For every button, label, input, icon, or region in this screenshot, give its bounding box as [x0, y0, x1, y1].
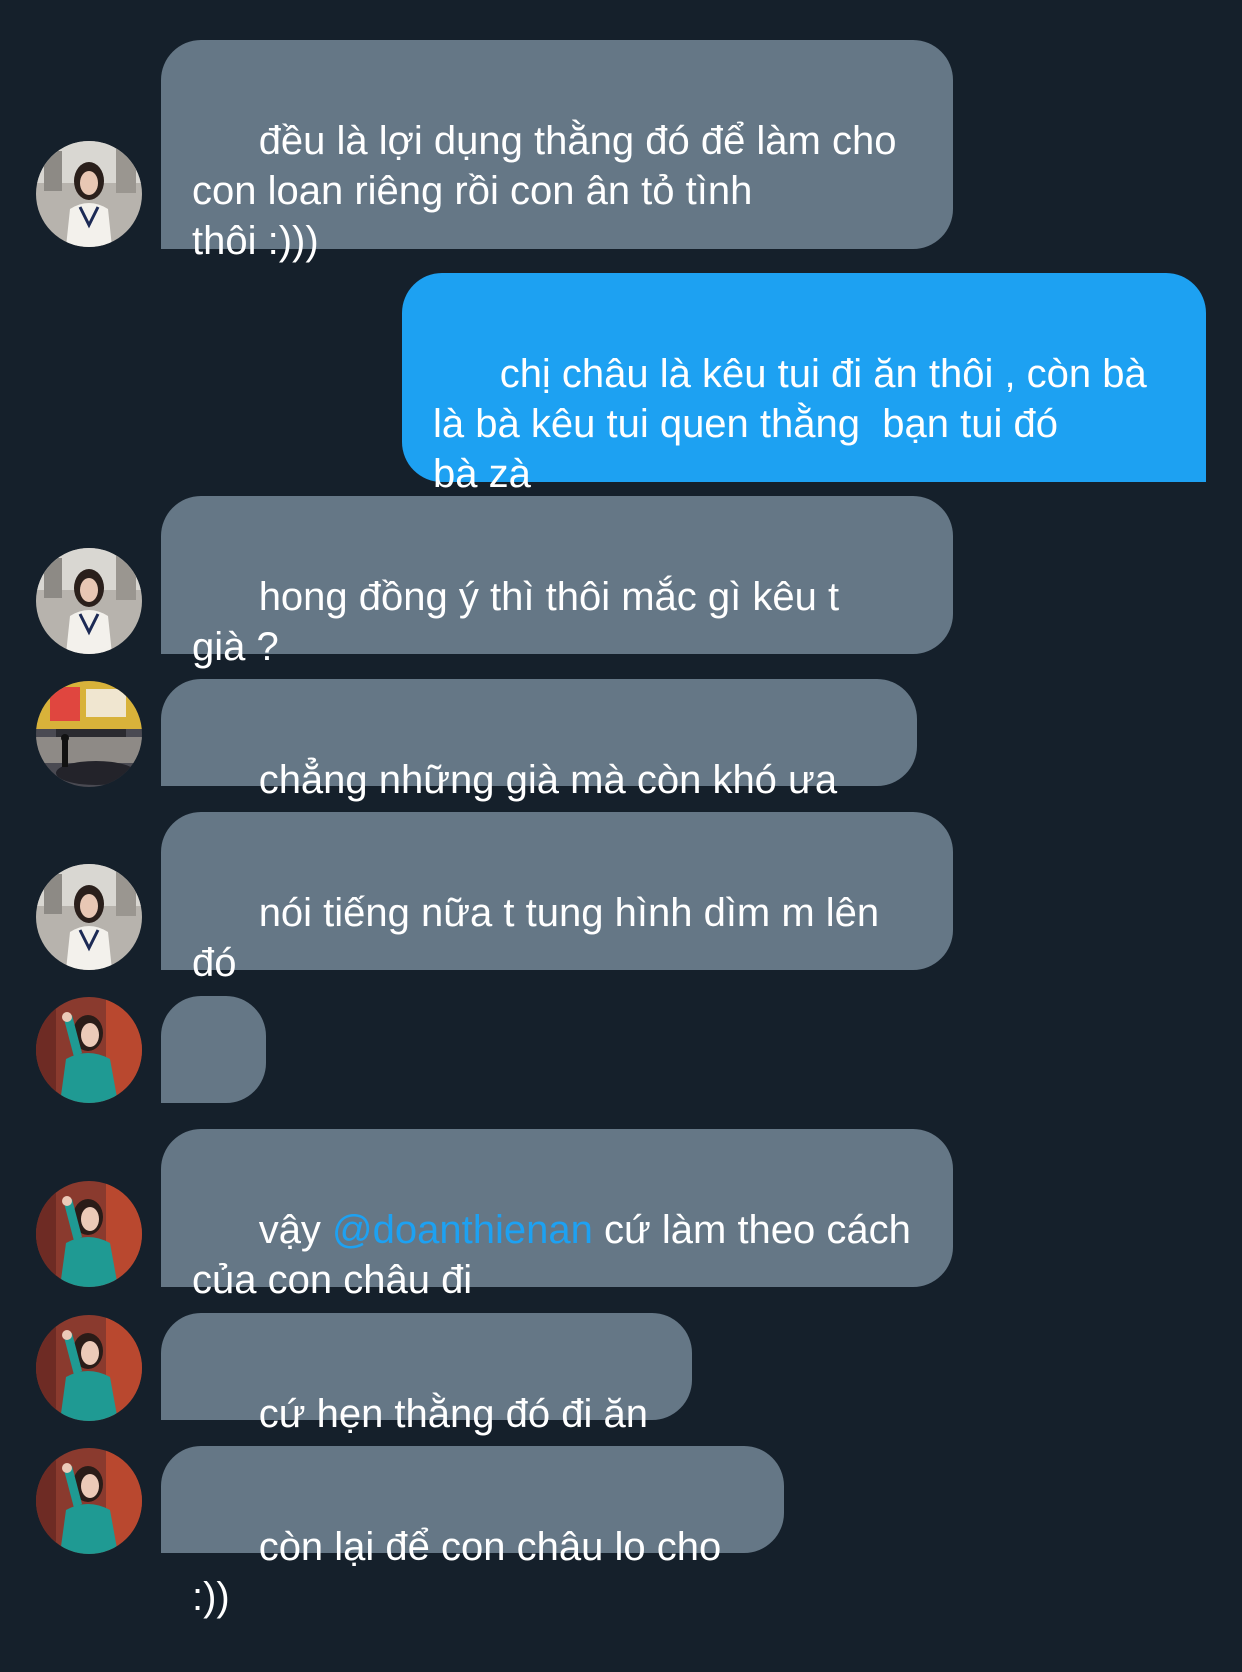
message-bubble-outgoing[interactable]: chị châu là kêu tui đi ăn thôi , còn bà … [402, 273, 1206, 496]
avatar-photo-icon [36, 864, 142, 970]
message-text: chị châu là kêu tui đi ăn thôi , còn bà … [433, 352, 1147, 496]
message-row: chị châu là kêu tui đi ăn thôi , còn bà … [0, 273, 1242, 496]
avatar-photo-icon [36, 1181, 142, 1287]
message-bubble-incoming[interactable]: cứ hẹn thằng đó đi ăn đi [161, 1313, 692, 1486]
message-row: chẳng những già mà còn khó ưa :))) [0, 679, 1242, 852]
contact-b-avatar[interactable] [36, 681, 142, 787]
message-bubble-incoming[interactable]: đều là lợi dụng thằng đó để làm cho con … [161, 40, 953, 263]
message-thread: đều là lợi dụng thằng đó để làm cho con … [0, 0, 1242, 1619]
message-row: hong đồng ý thì thôi mắc gì kêu t già ? [0, 496, 1242, 669]
contact-c-avatar[interactable] [36, 1181, 142, 1287]
avatar-photo-icon [36, 681, 142, 787]
message-bubble-incoming[interactable]: chẳng những già mà còn khó ưa :))) [161, 679, 917, 852]
avatar-photo-icon [36, 1448, 142, 1554]
message-text-before-mention: vậy [258, 1208, 333, 1252]
message-text: còn lại để con châu lo cho :)) [192, 1525, 733, 1619]
contact-c-avatar[interactable] [36, 997, 142, 1103]
contact-a-avatar[interactable] [36, 141, 142, 247]
message-bubble-incoming[interactable]: ok [161, 996, 266, 1169]
avatar-photo-icon [36, 548, 142, 654]
message-row: ok [0, 996, 1242, 1169]
mention-link[interactable]: @doanthienan [332, 1208, 593, 1252]
contact-a-avatar[interactable] [36, 548, 142, 654]
message-bubble-incoming[interactable]: nói tiếng nữa t tung hình dìm m lên đó [161, 812, 953, 985]
message-text: hong đồng ý thì thôi mắc gì kêu t già ? [192, 575, 840, 669]
contact-c-avatar[interactable] [36, 1315, 142, 1421]
message-row: đều là lợi dụng thằng đó để làm cho con … [0, 40, 1242, 263]
message-row: vậy @doanthienan cứ làm theo cách của co… [0, 1129, 1242, 1302]
message-row: còn lại để con châu lo cho :)) [0, 1446, 1242, 1619]
message-bubble-incoming[interactable]: vậy @doanthienan cứ làm theo cách của co… [161, 1129, 953, 1302]
contact-a-avatar[interactable] [36, 864, 142, 970]
message-bubble-incoming[interactable]: hong đồng ý thì thôi mắc gì kêu t già ? [161, 496, 953, 669]
message-text: nói tiếng nữa t tung hình dìm m lên đó [192, 891, 880, 985]
contact-c-avatar[interactable] [36, 1448, 142, 1554]
avatar-photo-icon [36, 997, 142, 1103]
avatar-photo-icon [36, 1315, 142, 1421]
message-row: cứ hẹn thằng đó đi ăn đi [0, 1313, 1242, 1486]
message-text: đều là lợi dụng thằng đó để làm cho con … [192, 119, 897, 263]
avatar-photo-icon [36, 141, 142, 247]
message-row: nói tiếng nữa t tung hình dìm m lên đó [0, 812, 1242, 985]
message-bubble-incoming[interactable]: còn lại để con châu lo cho :)) [161, 1446, 784, 1619]
